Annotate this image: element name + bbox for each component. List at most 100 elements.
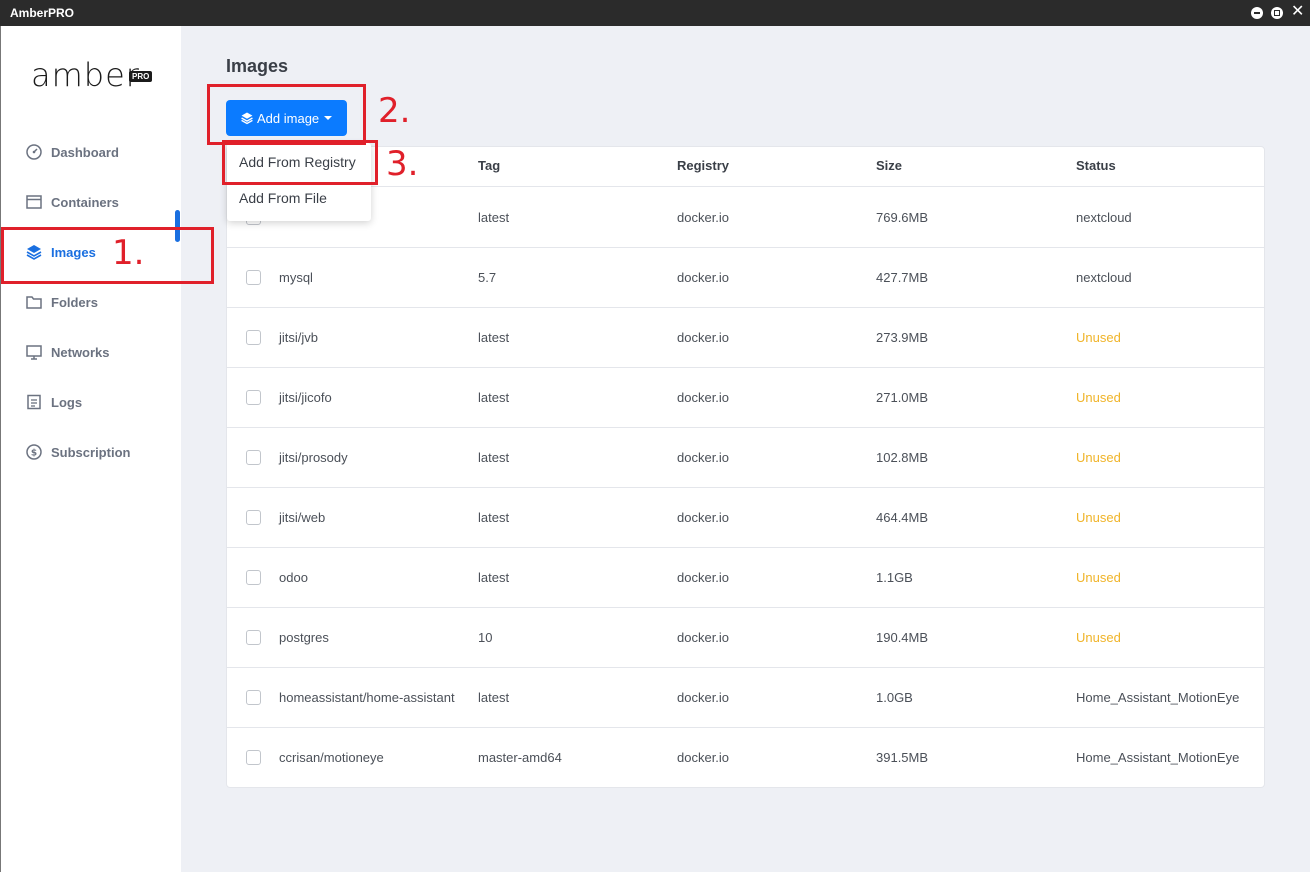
image-registry: docker.io [677,690,730,705]
column-header-status[interactable]: Status [1076,158,1116,173]
image-tag: 10 [478,630,493,645]
row-checkbox[interactable] [246,510,261,525]
sidebar-item-label: Dashboard [51,144,119,160]
maximize-icon[interactable] [1271,7,1283,19]
sidebar-item-label: Folders [51,294,98,310]
annotation-box-1 [1,227,214,284]
image-tag: latest [478,690,510,705]
close-icon[interactable]: ✕ [1291,4,1304,20]
image-status: Home_Assistant_MotionEye [1076,690,1240,705]
image-registry: docker.io [677,510,730,525]
table-row[interactable]: jitsi/prosody latest docker.io 102.8MB Unuse… [227,428,1264,488]
sidebar-item-label: Containers [51,194,119,210]
table-row[interactable]: jitsi/web latest docker.io 464.4MB Unused [227,488,1264,548]
dollar-circle-icon: $ [25,443,43,461]
sidebar-item-label: Networks [51,344,110,360]
image-size: 102.8MB [876,450,929,465]
image-registry: docker.io [677,570,730,585]
column-header-registry[interactable]: Registry [677,158,729,173]
sidebar-item-label: Subscription [51,444,131,460]
sidebar-item-networks[interactable]: Networks [1,330,181,374]
annotation-box-3 [222,140,378,185]
image-registry: docker.io [677,750,730,765]
image-tag: latest [478,330,510,345]
annotation-label-3: 3. [386,144,419,184]
image-name: odoo [279,570,308,585]
sidebar-item-folders[interactable]: Folders [1,280,181,324]
window-title: AmberPRO [10,6,75,20]
monitor-icon [25,343,43,361]
table-row[interactable]: homeassistant/home-assistant latest docker… [227,668,1264,728]
brand-logo: amber [31,56,140,94]
image-registry: docker.io [677,210,730,225]
image-name: homeassistant/home-assistant [279,690,455,705]
sidebar-item-logs[interactable]: Logs [1,380,181,424]
image-status: Unused [1076,510,1121,525]
pro-badge: PRO [129,71,153,82]
row-checkbox[interactable] [246,570,261,585]
image-size: 190.4MB [876,630,929,645]
image-status: Unused [1076,330,1121,345]
image-registry: docker.io [677,270,730,285]
image-registry: docker.io [677,450,730,465]
table-row[interactable]: mysql 5.7 docker.io 427.7MB nextcloud [227,248,1264,308]
log-notebook-icon [25,393,43,411]
image-name: jitsi/jvb [279,330,319,345]
row-checkbox[interactable] [246,690,261,705]
row-checkbox[interactable] [246,270,261,285]
image-registry: docker.io [677,630,730,645]
sidebar-item-label: Logs [51,394,83,410]
svg-text:$: $ [31,449,37,459]
image-tag: latest [478,570,510,585]
column-header-size[interactable]: Size [876,158,902,173]
sidebar-item-dashboard[interactable]: Dashboard [1,130,181,174]
dashboard-gauge-icon [25,143,43,161]
image-size: 1.1GB [876,570,913,585]
table-row[interactable]: ccrisan/motioneye master-amd64 docker.io 39… [227,728,1264,788]
image-size: 271.0MB [876,390,929,405]
sidebar-item-subscription[interactable]: $ Subscription [1,430,181,474]
row-checkbox[interactable] [246,630,261,645]
annotation-label-1: 1. [112,233,145,273]
image-tag: latest [478,510,510,525]
image-name: jitsi/web [279,510,326,525]
image-status: Unused [1076,570,1121,585]
annotation-label-2: 2. [378,91,411,131]
row-checkbox[interactable] [246,750,261,765]
image-name: mysql [279,270,313,285]
image-status: nextcloud [1076,210,1132,225]
image-size: 1.0GB [876,690,913,705]
image-status: Unused [1076,630,1121,645]
table-row[interactable]: postgres 10 docker.io 190.4MB Unused [227,608,1264,668]
image-tag: latest [478,390,510,405]
row-checkbox[interactable] [246,330,261,345]
image-registry: docker.io [677,390,730,405]
row-checkbox[interactable] [246,450,261,465]
minimize-icon[interactable] [1251,7,1263,19]
sidebar-item-containers[interactable]: Containers [1,180,181,224]
image-name: jitsi/prosody [279,450,348,465]
image-registry: docker.io [677,330,730,345]
image-status: Home_Assistant_MotionEye [1076,750,1240,765]
container-box-icon [25,193,43,211]
table-row[interactable]: jitsi/jicofo latest docker.io 271.0MB Unused [227,368,1264,428]
table-row[interactable]: odoo latest docker.io 1.1GB Unused [227,548,1264,608]
row-checkbox[interactable] [246,390,261,405]
table-row[interactable]: latest docker.io 769.6MB nextcloud [227,188,1264,248]
image-name: ccrisan/motioneye [279,750,384,765]
image-size: 273.9MB [876,330,929,345]
image-size: 391.5MB [876,750,929,765]
image-tag: latest [478,210,510,225]
page-title: Images [226,56,289,76]
image-tag: latest [478,450,510,465]
menu-item-add-from-file[interactable]: Add From File [239,190,327,206]
column-header-tag[interactable]: Tag [478,158,500,173]
image-size: 769.6MB [876,210,929,225]
image-status: nextcloud [1076,270,1132,285]
table-row[interactable]: jitsi/jvb latest docker.io 273.9MB Unused [227,308,1264,368]
image-size: 464.4MB [876,510,929,525]
image-name: jitsi/jicofo [279,390,332,405]
annotation-box-2 [207,84,366,145]
image-size: 427.7MB [876,270,929,285]
image-tag: 5.7 [478,270,497,285]
